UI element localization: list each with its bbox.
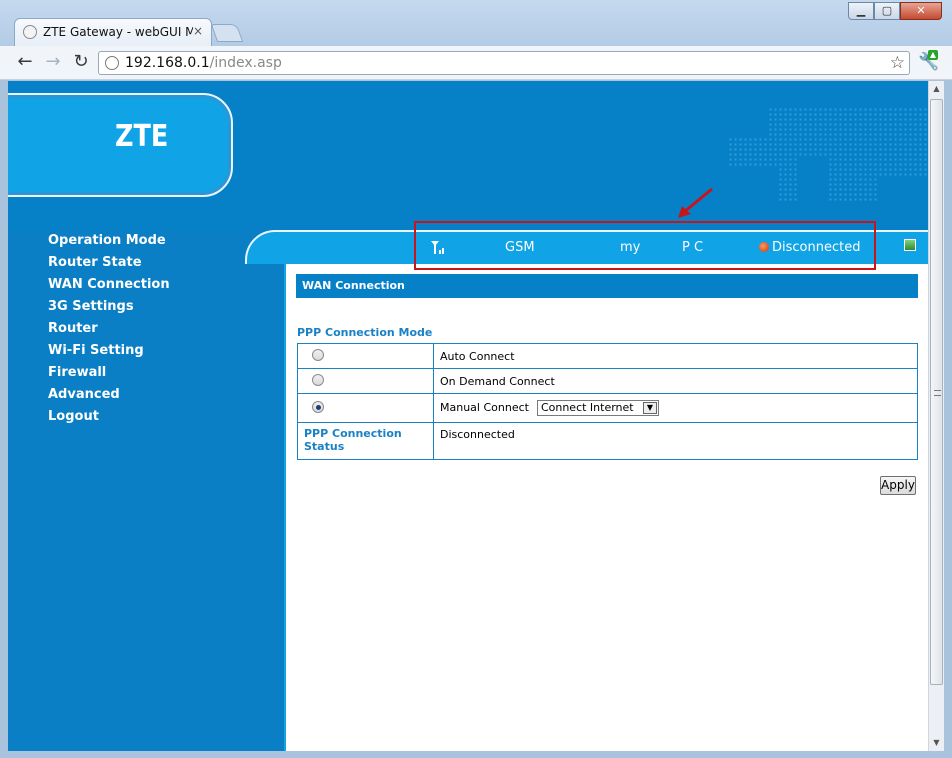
maximize-button[interactable]: ▢ <box>874 2 900 20</box>
globe-icon <box>23 25 37 39</box>
scroll-down-arrow-icon[interactable]: ▼ <box>929 735 944 751</box>
manual-connect-label: Manual Connect <box>440 401 529 414</box>
on-demand-radio[interactable] <box>312 373 324 386</box>
window-frame-bottom <box>0 751 952 758</box>
scrollbar-thumb[interactable] <box>930 99 943 685</box>
sidebar-item-router[interactable]: Router <box>48 321 98 336</box>
content-panel: WAN Connection PPP Connection Mode Auto … <box>284 264 928 751</box>
table-row: Manual Connect Connect Internet ▼ <box>297 393 918 423</box>
zte-logo: ZTE <box>115 119 169 154</box>
auto-connect-radio[interactable] <box>312 348 324 361</box>
new-tab-button[interactable] <box>210 24 244 42</box>
manual-connect-cell: Manual Connect Connect Internet ▼ <box>433 393 918 423</box>
url-path: /index.asp <box>209 55 282 71</box>
page-scrollbar[interactable]: ▲ ▼ <box>928 81 944 751</box>
sidebar-nav: Operation Mode Router State WAN Connecti… <box>8 231 244 751</box>
router-page: ZTE Operation Mode Router State WAN Conn… <box>8 81 928 751</box>
url-text: 192.168.0.1/index.asp <box>125 55 282 71</box>
address-bar[interactable]: 192.168.0.1/index.asp ☆ <box>98 51 910 75</box>
sidebar-item-wan-connection[interactable]: WAN Connection <box>48 277 170 292</box>
back-button[interactable]: ← <box>14 51 36 73</box>
sidebar-item-firewall[interactable]: Firewall <box>48 365 106 380</box>
logo-panel: ZTE <box>8 93 233 197</box>
browser-tab[interactable]: ZTE Gateway - webGUI MF1 × <box>14 18 212 46</box>
sidebar-item-wifi-setting[interactable]: Wi-Fi Setting <box>48 343 144 358</box>
world-map-graphic <box>728 107 928 203</box>
annotation-arrow-icon <box>678 187 713 218</box>
connect-action-select[interactable]: Connect Internet ▼ <box>536 400 659 416</box>
grip-icon <box>934 390 941 396</box>
url-host: 192.168.0.1 <box>125 55 210 71</box>
ppp-status-value: Disconnected <box>433 422 918 460</box>
select-value: Connect Internet <box>540 401 634 414</box>
reload-button[interactable]: ↻ <box>70 51 92 73</box>
section-title: WAN Connection <box>296 274 918 298</box>
bookmark-star-icon[interactable]: ☆ <box>890 53 905 73</box>
ppp-mode-heading: PPP Connection Mode <box>297 326 433 339</box>
annotation-highlight-box <box>414 221 876 270</box>
close-window-button[interactable]: ✕ <box>900 2 942 20</box>
sidebar-item-3g-settings[interactable]: 3G Settings <box>48 299 134 314</box>
auto-connect-label: Auto Connect <box>433 343 918 369</box>
window-controls: ▁ ▢ ✕ <box>848 2 942 20</box>
minimize-button[interactable]: ▁ <box>848 2 874 20</box>
sidebar-item-router-state[interactable]: Router State <box>48 255 142 270</box>
sms-icon[interactable] <box>904 239 916 251</box>
chevron-down-icon: ▼ <box>642 402 657 414</box>
sidebar-item-logout[interactable]: Logout <box>48 409 99 424</box>
window-titlebar: ZTE Gateway - webGUI MF1 × ▁ ▢ ✕ <box>0 0 952 46</box>
ppp-status-label: PPP Connection Status <box>297 422 434 460</box>
page-header: ZTE <box>8 81 928 231</box>
ppp-mode-table: Auto Connect On Demand Connect Manual Co… <box>297 343 918 460</box>
table-row: On Demand Connect <box>297 368 918 394</box>
wrench-menu-button[interactable]: 🔧 ▲ <box>918 50 940 74</box>
table-row: PPP Connection Status Disconnected <box>297 422 918 460</box>
radio-cell <box>297 393 434 423</box>
on-demand-label: On Demand Connect <box>433 368 918 394</box>
sidebar-item-advanced[interactable]: Advanced <box>48 387 120 402</box>
browser-toolbar: ← → ↻ 192.168.0.1/index.asp ☆ 🔧 ▲ <box>0 46 952 80</box>
scroll-up-arrow-icon[interactable]: ▲ <box>929 81 944 97</box>
table-row: Auto Connect <box>297 343 918 369</box>
radio-cell <box>297 343 434 369</box>
apply-button[interactable]: Apply <box>880 476 916 495</box>
update-badge-icon: ▲ <box>928 50 938 60</box>
tab-title: ZTE Gateway - webGUI MF1 <box>43 25 193 39</box>
radio-cell <box>297 368 434 394</box>
sidebar-item-operation-mode[interactable]: Operation Mode <box>48 233 166 248</box>
manual-connect-radio[interactable] <box>312 400 324 413</box>
forward-button[interactable]: → <box>42 51 64 73</box>
globe-icon <box>105 56 119 70</box>
close-tab-icon[interactable]: × <box>193 24 203 38</box>
